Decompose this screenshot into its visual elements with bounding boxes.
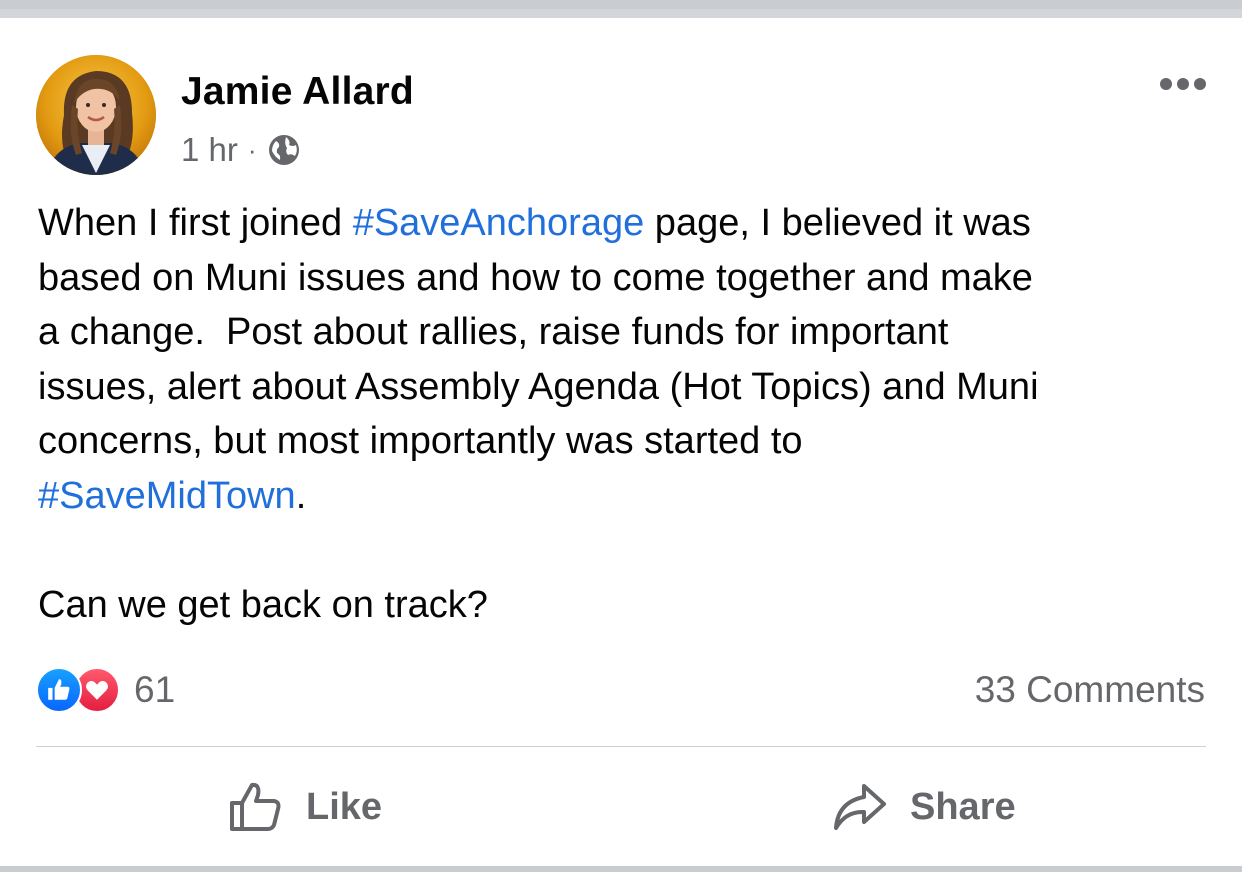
author-avatar[interactable] xyxy=(36,55,156,175)
hashtag-link[interactable]: #SaveAnchorage xyxy=(353,202,645,244)
post-meta: 1 hr · xyxy=(181,130,301,170)
like-reaction-icon xyxy=(36,667,82,713)
post-text-segment: When I first joined xyxy=(38,202,353,244)
top-separator xyxy=(0,0,1242,18)
divider xyxy=(36,746,1206,747)
share-label: Share xyxy=(910,785,1016,828)
thumbs-up-icon xyxy=(230,782,281,831)
like-label: Like xyxy=(306,785,383,828)
bottom-separator xyxy=(0,866,1242,872)
reaction-count: 61 xyxy=(134,669,176,710)
share-button[interactable]: Share xyxy=(832,772,1016,842)
post-text: When I first joined #SaveAnchorage page,… xyxy=(38,196,1208,632)
share-arrow-icon xyxy=(834,784,886,830)
author-name[interactable]: Jamie Allard xyxy=(181,70,414,114)
post-time[interactable]: 1 hr xyxy=(181,131,238,169)
hashtag-link[interactable]: #SaveMidTown xyxy=(38,475,296,517)
meta-separator: · xyxy=(247,134,257,165)
like-button[interactable]: Like xyxy=(228,772,382,842)
globe-icon[interactable] xyxy=(267,133,301,167)
more-options-icon[interactable] xyxy=(1160,78,1206,90)
reaction-summary[interactable]: 61 xyxy=(36,666,175,714)
comments-count-link[interactable]: 33 Comments xyxy=(975,666,1205,714)
